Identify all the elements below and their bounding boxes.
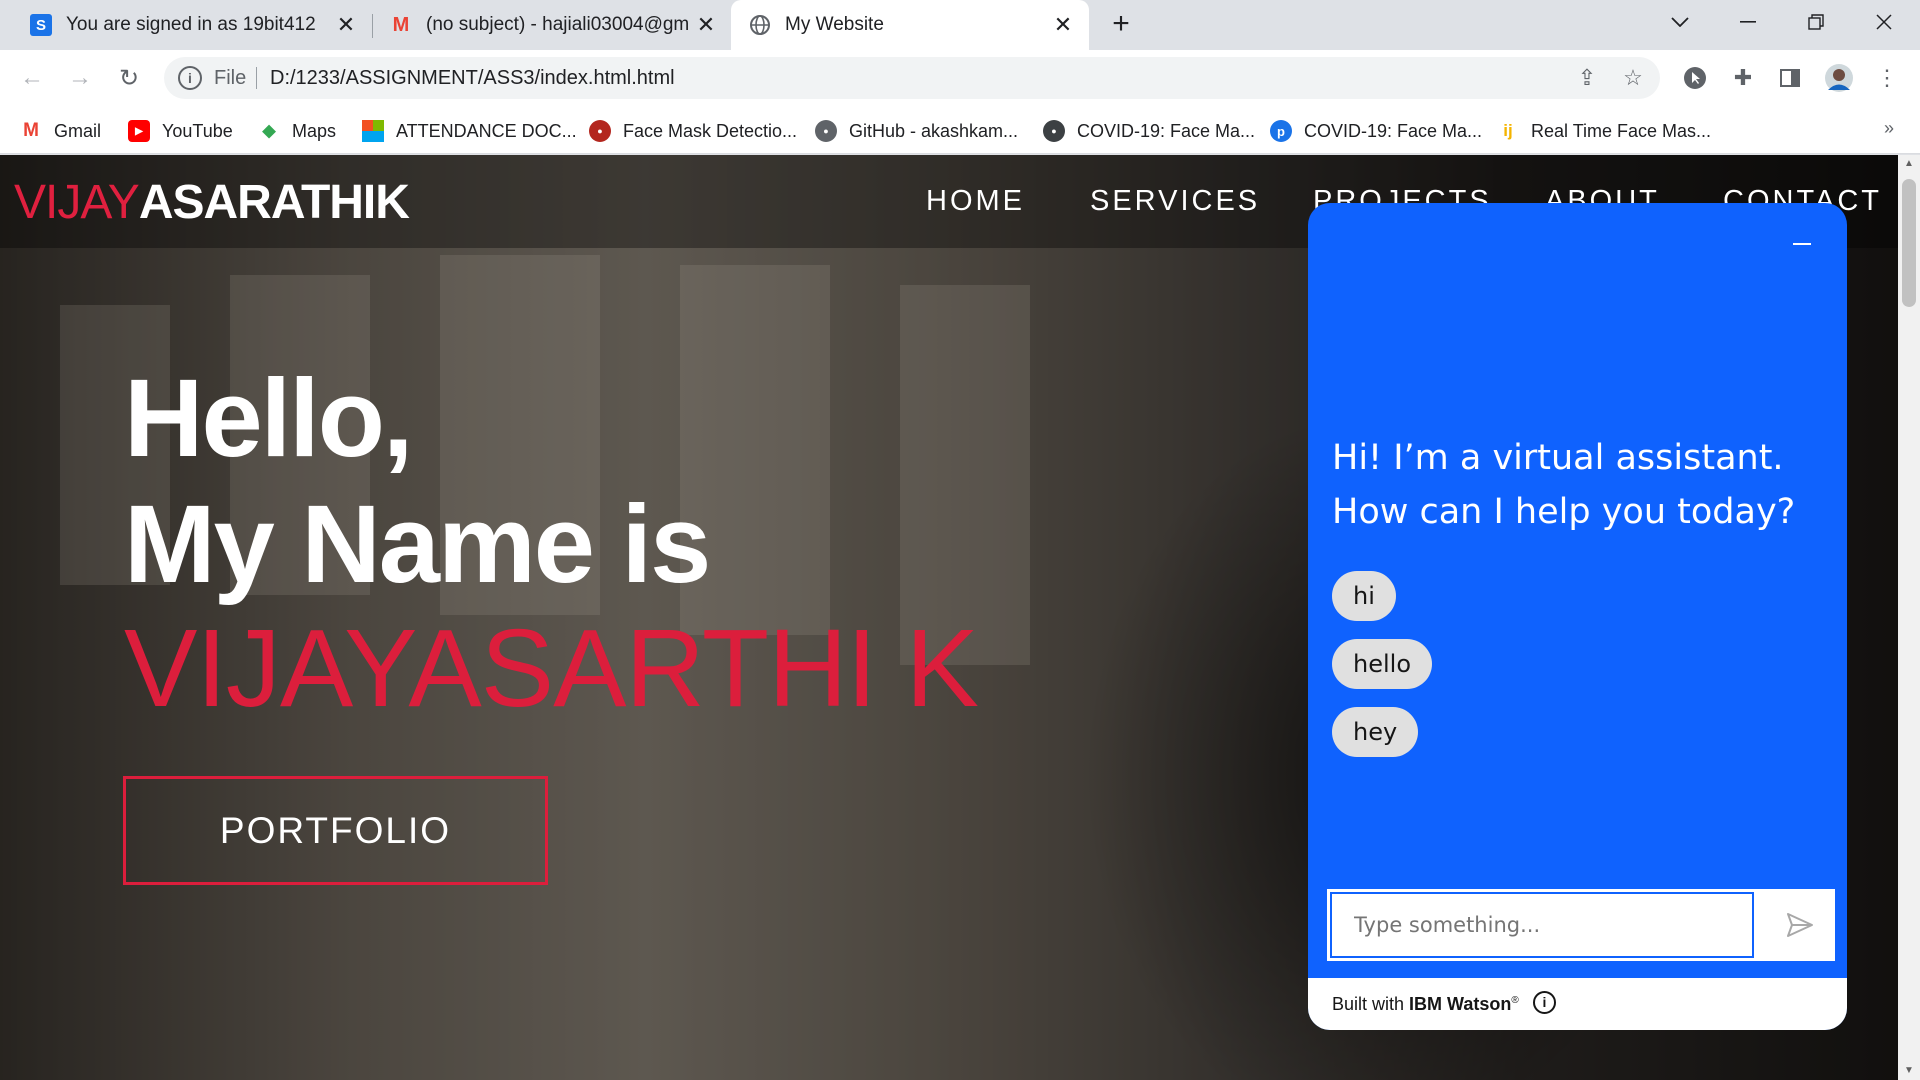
globe-icon <box>749 14 771 36</box>
bookmark-covid-2[interactable]: p COVID-19: Face Ma... <box>1270 118 1482 144</box>
bookmark-real-time-face-mask[interactable]: ij Real Time Face Mas... <box>1497 118 1711 144</box>
chat-widget: Hi! I’m a virtual assistant. How can I h… <box>1308 203 1847 1030</box>
portfolio-button[interactable]: PORTFOLIO <box>123 776 548 885</box>
more-bookmarks-icon[interactable]: » <box>1884 118 1894 139</box>
minimize-window-icon[interactable] <box>1720 0 1776 44</box>
youtube-icon: ▶ <box>128 120 150 142</box>
share-icon[interactable]: ⇪ <box>1574 65 1600 91</box>
extensions-puzzle-icon[interactable]: ✚ <box>1728 63 1758 93</box>
built-with-text: Built with IBM Watson® <box>1332 994 1519 1014</box>
chat-footer: Built with IBM Watson® i <box>1308 978 1847 1030</box>
extension-cursor-icon[interactable] <box>1680 63 1710 93</box>
tab-search-icon[interactable] <box>1652 0 1708 44</box>
bookmark-attendance[interactable]: ATTENDANCE DOC... <box>362 118 577 144</box>
close-tab-icon[interactable]: ✕ <box>334 12 358 37</box>
chat-option-hey[interactable]: hey <box>1332 707 1419 757</box>
tab-title: (no subject) - hajiali03004@gmai <box>426 14 688 35</box>
url-text[interactable]: D:/1233/ASSIGNMENT/ASS3/index.html.html <box>270 67 675 90</box>
site-icon: ● <box>589 120 611 142</box>
tab-strip: S You are signed in as 19bit4121 ✕ M (no… <box>0 0 1920 50</box>
new-tab-button[interactable]: + <box>1106 9 1136 40</box>
scroll-up-icon[interactable]: ▲ <box>1898 155 1920 173</box>
reload-icon[interactable]: ↻ <box>113 62 145 94</box>
tab-my-website[interactable]: My Website ✕ <box>731 0 1089 50</box>
scrollbar-thumb[interactable] <box>1902 179 1916 307</box>
hero-greeting: Hello, <box>124 357 413 480</box>
send-icon[interactable] <box>1765 889 1835 961</box>
p-site-icon: p <box>1270 120 1292 142</box>
bookmark-label: ATTENDANCE DOC... <box>396 120 577 141</box>
back-icon[interactable]: ← <box>16 62 48 94</box>
chat-greeting: Hi! I’m a virtual assistant. How can I h… <box>1332 438 1796 532</box>
bookmark-covid-1[interactable]: ● COVID-19: Face Ma... <box>1043 118 1255 144</box>
bookmark-label: Gmail <box>54 120 102 141</box>
gmail-favicon-icon: M <box>392 13 410 36</box>
bookmark-label: YouTube <box>162 120 233 141</box>
scroll-down-icon[interactable]: ▼ <box>1898 1062 1920 1080</box>
site-info-icon[interactable]: i <box>178 66 202 90</box>
tab-gmail[interactable]: M (no subject) - hajiali03004@gmai ✕ <box>376 0 728 50</box>
close-tab-icon[interactable]: ✕ <box>1051 12 1075 37</box>
nav-home[interactable]: HOME <box>926 185 1025 218</box>
bookmark-youtube[interactable]: ▶ YouTube <box>128 118 233 144</box>
tab-title: My Website <box>785 14 884 35</box>
bookmark-label: Maps <box>292 120 337 141</box>
side-panel-icon[interactable] <box>1775 63 1805 93</box>
nav-services[interactable]: SERVICES <box>1090 185 1260 218</box>
bookmark-gmail[interactable]: M Gmail <box>20 118 101 144</box>
chat-option-hello[interactable]: hello <box>1332 639 1432 689</box>
ij-site-icon: ij <box>1503 121 1513 140</box>
tab-title: You are signed in as 19bit4121 <box>66 14 316 35</box>
scheme-label: File <box>214 67 247 89</box>
bookmark-label: COVID-19: Face Ma... <box>1077 120 1256 141</box>
close-window-icon[interactable] <box>1856 0 1912 44</box>
gmail-icon: M <box>23 120 39 141</box>
chat-message-input[interactable] <box>1330 892 1754 958</box>
address-divider <box>256 67 257 89</box>
s-favicon-icon: S <box>30 14 52 36</box>
github-icon: ● <box>815 120 837 142</box>
bookmark-star-icon[interactable]: ☆ <box>1620 65 1646 91</box>
bookmark-face-mask-detection[interactable]: ● Face Mask Detectio... <box>589 118 797 144</box>
chat-input-area <box>1327 889 1835 961</box>
tab-signed-in[interactable]: S You are signed in as 19bit4121 ✕ <box>16 0 368 50</box>
bookmarks-bar: M Gmail ▶ YouTube ◆ Maps ATTENDANCE DOC.… <box>0 106 1920 154</box>
profile-avatar[interactable] <box>1824 63 1854 93</box>
close-tab-icon[interactable]: ✕ <box>694 12 718 37</box>
bookmark-label: COVID-19: Face Ma... <box>1304 120 1483 141</box>
logo-part-1: VIJAY <box>14 176 140 229</box>
globe-icon: ● <box>1043 120 1065 142</box>
microsoft-icon <box>362 120 384 142</box>
info-icon[interactable]: i <box>1533 991 1556 1014</box>
address-bar[interactable]: i File D:/1233/ASSIGNMENT/ASS3/index.htm… <box>164 57 1660 99</box>
page-scrollbar[interactable]: ▲ ▼ <box>1898 155 1920 1080</box>
tab-separator <box>372 14 373 38</box>
chat-option-hi[interactable]: hi <box>1332 571 1396 621</box>
logo-part-2: ASARATHIK <box>138 176 410 229</box>
maps-icon: ◆ <box>262 121 276 140</box>
minimize-chat-icon[interactable] <box>1793 243 1811 245</box>
hero-name: VIJAYASARTHI K <box>124 607 979 730</box>
forward-icon[interactable]: → <box>64 62 96 94</box>
bookmark-maps[interactable]: ◆ Maps <box>258 118 336 144</box>
browser-toolbar: ← → ↻ i File D:/1233/ASSIGNMENT/ASS3/ind… <box>0 50 1920 106</box>
menu-kebab-icon[interactable]: ⋮ <box>1872 63 1902 93</box>
bookmark-github[interactable]: ● GitHub - akashkam... <box>815 118 1018 144</box>
hero-intro: My Name is <box>124 483 711 606</box>
bookmark-label: Real Time Face Mas... <box>1531 120 1712 141</box>
bookmark-label: Face Mask Detectio... <box>623 120 798 141</box>
site-logo[interactable]: VIJAYASARATHIK <box>14 175 410 230</box>
bookmark-label: GitHub - akashkam... <box>849 120 1019 141</box>
restore-window-icon[interactable] <box>1788 0 1844 44</box>
